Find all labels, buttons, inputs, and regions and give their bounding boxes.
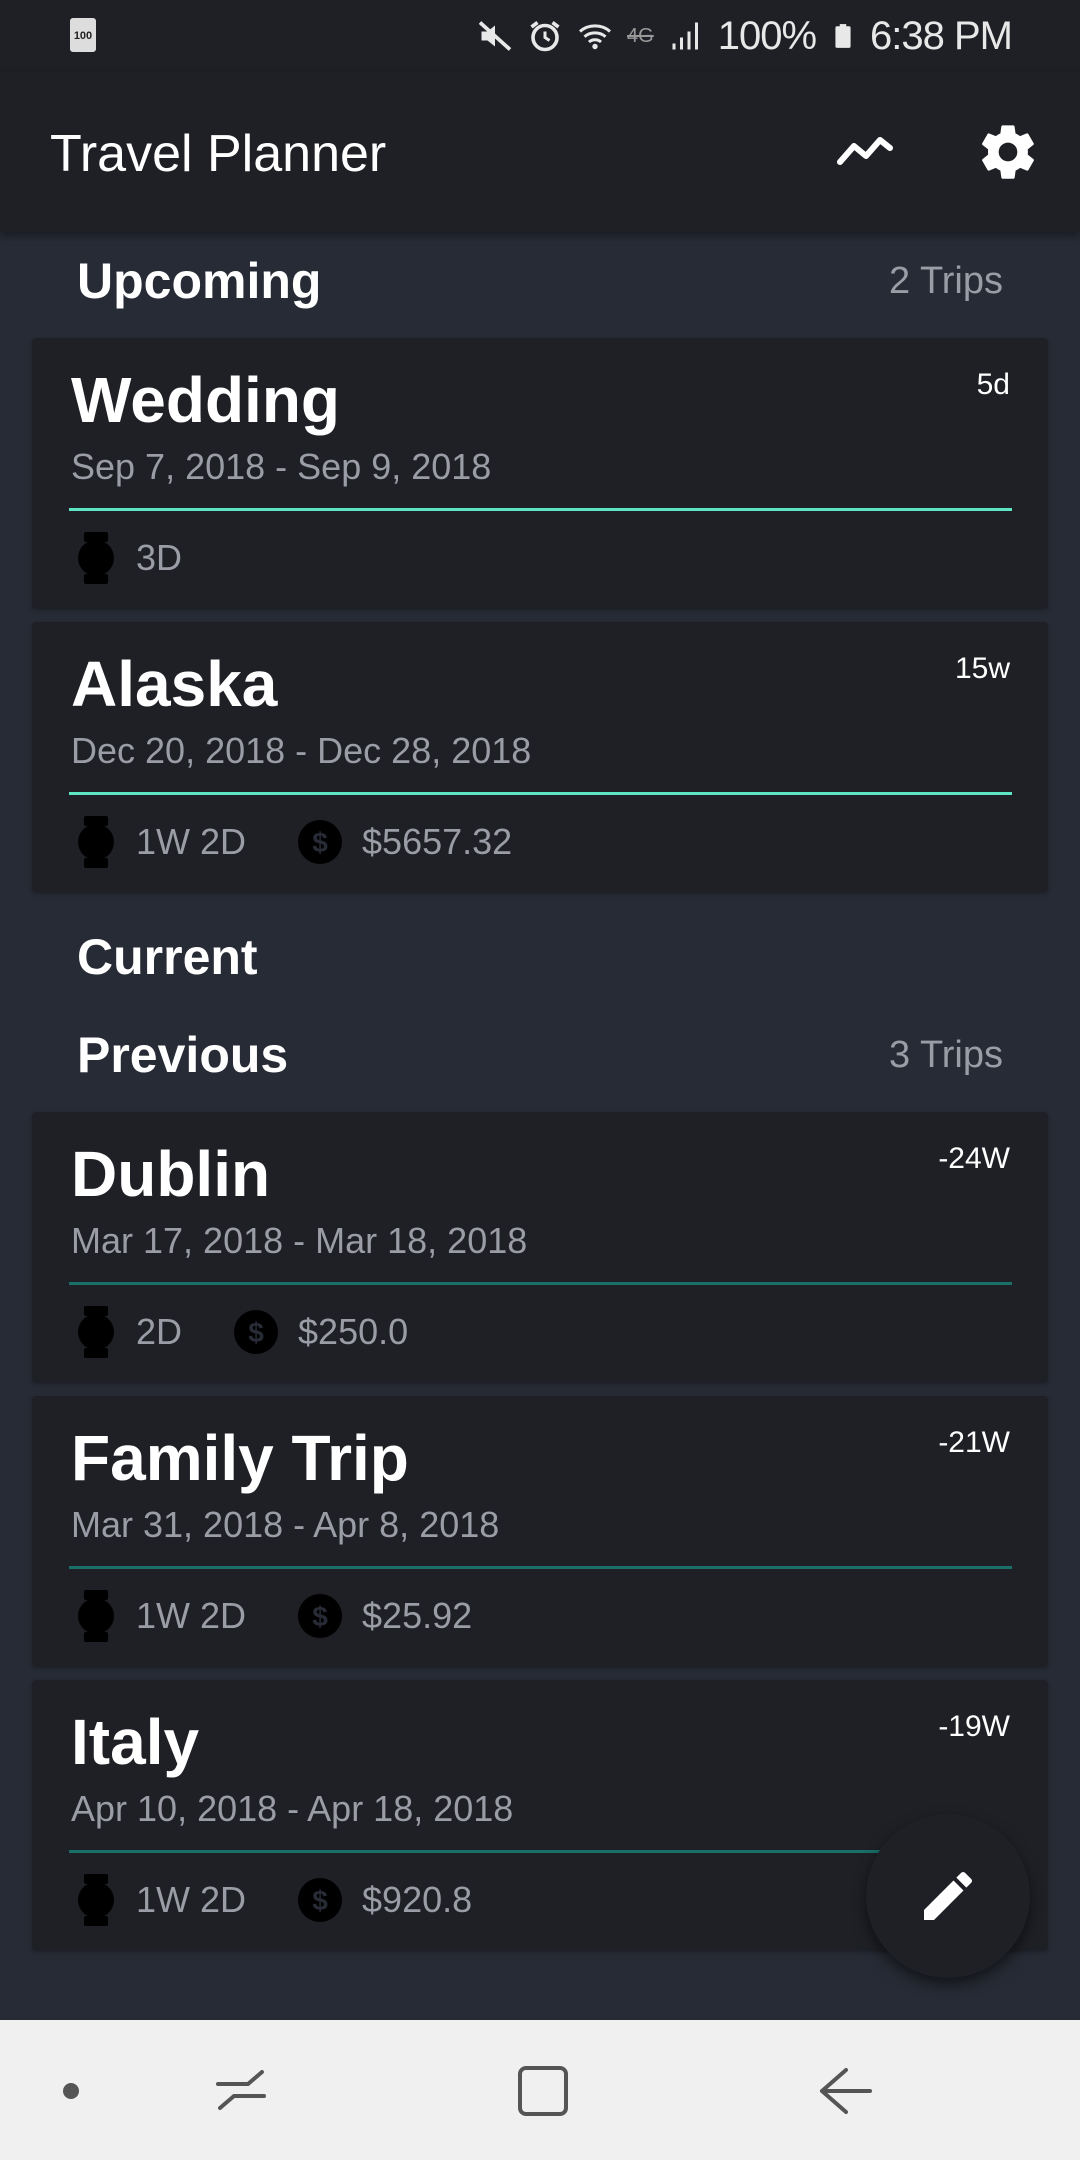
lte-icon: 4G	[627, 24, 654, 47]
dot-icon	[63, 2083, 79, 2099]
trip-cost-text: $25.92	[362, 1595, 473, 1636]
svg-text:$: $	[312, 1885, 328, 1916]
trip-countdown-badge: -19W	[938, 1710, 1010, 1743]
back-icon	[820, 2068, 872, 2114]
watch-icon	[78, 1874, 114, 1926]
trip-cost-text: $5657.32	[362, 821, 513, 862]
trip-cost-text: $250.0	[298, 1311, 409, 1352]
pencil-icon	[924, 1871, 973, 1920]
settings-button[interactable]	[976, 120, 1040, 184]
edit-fab-button[interactable]	[866, 1814, 1030, 1978]
trip-duration: 1W 2D	[74, 1874, 246, 1926]
trip-duration-text: 2D	[136, 1311, 183, 1352]
gear-icon	[982, 125, 1034, 179]
trip-name: Wedding	[71, 364, 340, 436]
alarm-icon	[530, 21, 560, 52]
clock: 6:38 PM	[870, 13, 1013, 58]
trip-divider	[69, 508, 1012, 511]
svg-text:$: $	[248, 1317, 264, 1348]
section-title-current: Current	[77, 929, 258, 985]
section-title-upcoming: Upcoming	[77, 253, 322, 309]
trip-duration: 3D	[74, 532, 182, 584]
section-previous: Previous 3 Trips	[77, 1026, 1003, 1084]
trip-name: Alaska	[71, 648, 278, 720]
trip-meta: 1W 2D $ $25.92	[74, 1588, 522, 1644]
trip-cost: $ $25.92	[296, 1592, 472, 1640]
dollar-icon: $	[234, 1310, 279, 1354]
home-icon	[518, 2066, 568, 2116]
nav-dot-button[interactable]	[36, 2056, 106, 2126]
trip-countdown-badge: 15w	[954, 652, 1010, 685]
trip-meta: 3D	[74, 530, 232, 586]
nav-recents-button[interactable]	[206, 2056, 276, 2126]
trip-name: Dublin	[71, 1138, 271, 1210]
nav-back-button[interactable]	[810, 2056, 880, 2126]
trip-dates: Mar 17, 2018 - Mar 18, 2018	[71, 1220, 528, 1261]
trip-card-alaska[interactable]: Alaska 15w Dec 20, 2018 - Dec 28, 2018 1…	[32, 622, 1048, 892]
trend-icon	[837, 137, 893, 165]
trip-cost-text: $920.8	[362, 1879, 473, 1920]
trip-duration: 1W 2D	[74, 1590, 246, 1642]
trip-countdown-badge: -21W	[938, 1426, 1010, 1459]
trip-dates: Sep 7, 2018 - Sep 9, 2018	[71, 446, 492, 487]
status-bar: 100 4G 100% 6:38 PM	[0, 0, 1080, 72]
trip-dates: Dec 20, 2018 - Dec 28, 2018	[71, 730, 532, 771]
watch-icon	[78, 1590, 114, 1642]
trip-divider	[69, 1282, 1012, 1285]
trip-divider	[69, 1850, 1012, 1853]
trip-duration-text: 1W 2D	[136, 821, 247, 862]
trip-name: Family Trip	[71, 1422, 409, 1494]
trip-countdown-badge: -24W	[938, 1142, 1010, 1175]
svg-text:$: $	[312, 1601, 328, 1632]
system-nav-bar	[0, 2020, 1080, 2160]
trip-divider	[69, 1566, 1012, 1569]
trip-divider	[69, 792, 1012, 795]
dollar-icon: $	[298, 820, 343, 864]
nav-home-button[interactable]	[508, 2056, 578, 2126]
trip-cost: $ $920.8	[296, 1876, 472, 1924]
trip-countdown-badge: 5d	[976, 368, 1010, 401]
trip-meta: 1W 2D $ $5657.32	[74, 814, 562, 870]
section-count-previous: 3 Trips	[888, 1033, 1003, 1076]
signal-icon	[672, 22, 698, 50]
section-current: Current	[77, 928, 1003, 986]
battery-saver-icon: 100	[70, 18, 96, 52]
trip-card-dublin[interactable]: Dublin -24W Mar 17, 2018 - Mar 18, 2018 …	[32, 1112, 1048, 1382]
trip-duration: 2D	[74, 1306, 182, 1358]
section-title-previous: Previous	[77, 1027, 289, 1083]
trip-dates: Apr 10, 2018 - Apr 18, 2018	[71, 1788, 514, 1829]
trip-cost: $ $5657.32	[296, 818, 512, 866]
trip-duration-text: 3D	[136, 537, 183, 578]
trip-duration: 1W 2D	[74, 816, 246, 868]
svg-text:$: $	[312, 827, 328, 858]
dollar-icon: $	[298, 1878, 343, 1922]
recents-icon	[216, 2070, 266, 2110]
section-count-upcoming: 2 Trips	[888, 259, 1003, 302]
trip-card-wedding[interactable]: Wedding 5d Sep 7, 2018 - Sep 9, 2018 3D	[32, 338, 1048, 608]
dollar-icon: $	[298, 1594, 343, 1638]
mute-icon	[478, 21, 512, 51]
trend-button[interactable]	[832, 120, 896, 184]
trip-cost: $ $250.0	[232, 1308, 408, 1356]
battery-icon	[835, 24, 851, 48]
watch-icon	[78, 532, 114, 584]
trip-duration-text: 1W 2D	[136, 1595, 247, 1636]
battery-percent: 100%	[717, 13, 817, 58]
trip-card-family-trip[interactable]: Family Trip -21W Mar 31, 2018 - Apr 8, 2…	[32, 1396, 1048, 1666]
wifi-icon	[579, 24, 612, 50]
trip-meta: 2D $ $250.0	[74, 1304, 458, 1360]
watch-icon	[78, 1306, 114, 1358]
trip-duration-text: 1W 2D	[136, 1879, 247, 1920]
trip-dates: Mar 31, 2018 - Apr 8, 2018	[71, 1504, 500, 1545]
status-icons: 4G 100% 6:38 PM	[477, 12, 1013, 60]
app-bar: Travel Planner	[0, 72, 1080, 232]
trip-name: Italy	[71, 1706, 200, 1778]
app-title: Travel Planner	[50, 125, 387, 183]
section-upcoming: Upcoming 2 Trips	[77, 252, 1003, 310]
trip-meta: 1W 2D $ $920.8	[74, 1872, 522, 1928]
watch-icon	[78, 816, 114, 868]
